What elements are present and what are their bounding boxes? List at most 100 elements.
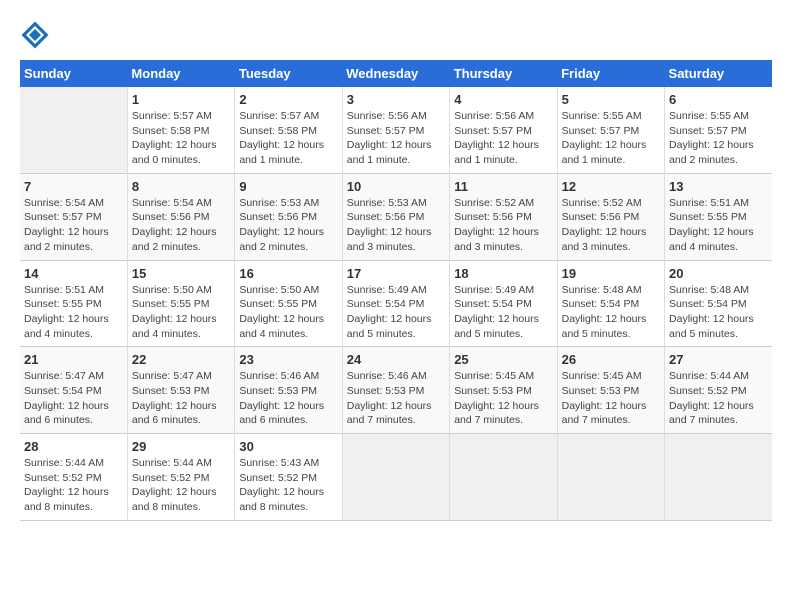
- calendar-cell: 26 Sunrise: 5:45 AMSunset: 5:53 PMDayligh…: [557, 347, 664, 434]
- day-number: 28: [24, 439, 123, 454]
- day-number: 21: [24, 352, 123, 367]
- day-number: 9: [239, 179, 337, 194]
- calendar-week-4: 21 Sunrise: 5:47 AMSunset: 5:54 PMDayligh…: [20, 347, 772, 434]
- logo-icon: [20, 20, 50, 50]
- day-info: Sunrise: 5:55 AMSunset: 5:57 PMDaylight:…: [669, 109, 768, 168]
- day-header-wednesday: Wednesday: [342, 60, 449, 87]
- day-number: 22: [132, 352, 230, 367]
- day-number: 20: [669, 266, 768, 281]
- calendar-week-3: 14 Sunrise: 5:51 AMSunset: 5:55 PMDayligh…: [20, 260, 772, 347]
- day-number: 2: [239, 92, 337, 107]
- day-number: 8: [132, 179, 230, 194]
- day-info: Sunrise: 5:46 AMSunset: 5:53 PMDaylight:…: [347, 369, 445, 428]
- day-info: Sunrise: 5:52 AMSunset: 5:56 PMDaylight:…: [454, 196, 552, 255]
- day-number: 30: [239, 439, 337, 454]
- day-info: Sunrise: 5:47 AMSunset: 5:54 PMDaylight:…: [24, 369, 123, 428]
- calendar-cell: 16 Sunrise: 5:50 AMSunset: 5:55 PMDayligh…: [235, 260, 342, 347]
- day-info: Sunrise: 5:51 AMSunset: 5:55 PMDaylight:…: [669, 196, 768, 255]
- calendar-week-5: 28 Sunrise: 5:44 AMSunset: 5:52 PMDayligh…: [20, 434, 772, 521]
- calendar-header-row: SundayMondayTuesdayWednesdayThursdayFrid…: [20, 60, 772, 87]
- calendar-cell: [342, 434, 449, 521]
- calendar-cell: 7 Sunrise: 5:54 AMSunset: 5:57 PMDaylight…: [20, 173, 127, 260]
- calendar-cell: 24 Sunrise: 5:46 AMSunset: 5:53 PMDayligh…: [342, 347, 449, 434]
- day-info: Sunrise: 5:48 AMSunset: 5:54 PMDaylight:…: [562, 283, 660, 342]
- calendar-cell: 17Sunrise: 5:49 AMSunset: 5:54 PMDayligh…: [342, 260, 449, 347]
- day-number: 6: [669, 92, 768, 107]
- day-info: Sunrise: 5:50 AMSunset: 5:55 PMDaylight:…: [132, 283, 230, 342]
- day-number: 24: [347, 352, 445, 367]
- calendar-cell: 4 Sunrise: 5:56 AMSunset: 5:57 PMDaylight…: [450, 87, 557, 173]
- day-header-saturday: Saturday: [665, 60, 772, 87]
- day-info: Sunrise: 5:57 AMSunset: 5:58 PMDaylight:…: [132, 109, 230, 168]
- day-info: Sunrise: 5:49 AMSunset: 5:54 PMDaylight:…: [454, 283, 552, 342]
- calendar-cell: 8 Sunrise: 5:54 AMSunset: 5:56 PMDaylight…: [127, 173, 234, 260]
- calendar-cell: 13 Sunrise: 5:51 AMSunset: 5:55 PMDayligh…: [665, 173, 772, 260]
- day-info: Sunrise: 5:44 AMSunset: 5:52 PMDaylight:…: [24, 456, 123, 515]
- calendar-cell: 28 Sunrise: 5:44 AMSunset: 5:52 PMDayligh…: [20, 434, 127, 521]
- day-number: 23: [239, 352, 337, 367]
- day-info: Sunrise: 5:46 AMSunset: 5:53 PMDaylight:…: [239, 369, 337, 428]
- calendar-cell: 2 Sunrise: 5:57 AMSunset: 5:58 PMDaylight…: [235, 87, 342, 173]
- day-info: Sunrise: 5:57 AMSunset: 5:58 PMDaylight:…: [239, 109, 337, 168]
- page-header: [20, 20, 772, 50]
- calendar-cell: [557, 434, 664, 521]
- calendar-cell: 25 Sunrise: 5:45 AMSunset: 5:53 PMDayligh…: [450, 347, 557, 434]
- calendar-cell: 29 Sunrise: 5:44 AMSunset: 5:52 PMDayligh…: [127, 434, 234, 521]
- day-number: 27: [669, 352, 768, 367]
- logo: [20, 20, 54, 50]
- day-info: Sunrise: 5:54 AMSunset: 5:57 PMDaylight:…: [24, 196, 123, 255]
- day-info: Sunrise: 5:44 AMSunset: 5:52 PMDaylight:…: [132, 456, 230, 515]
- day-info: Sunrise: 5:44 AMSunset: 5:52 PMDaylight:…: [669, 369, 768, 428]
- day-info: Sunrise: 5:56 AMSunset: 5:57 PMDaylight:…: [347, 109, 445, 168]
- calendar-cell: 18 Sunrise: 5:49 AMSunset: 5:54 PMDayligh…: [450, 260, 557, 347]
- day-info: Sunrise: 5:55 AMSunset: 5:57 PMDaylight:…: [562, 109, 660, 168]
- calendar-cell: 22 Sunrise: 5:47 AMSunset: 5:53 PMDayligh…: [127, 347, 234, 434]
- calendar-cell: 9 Sunrise: 5:53 AMSunset: 5:56 PMDaylight…: [235, 173, 342, 260]
- calendar-cell: 23 Sunrise: 5:46 AMSunset: 5:53 PMDayligh…: [235, 347, 342, 434]
- day-number: 7: [24, 179, 123, 194]
- calendar-cell: 10Sunrise: 5:53 AMSunset: 5:56 PMDayligh…: [342, 173, 449, 260]
- day-info: Sunrise: 5:53 AMSunset: 5:56 PMDaylight:…: [239, 196, 337, 255]
- day-number: 13: [669, 179, 768, 194]
- day-number: 26: [562, 352, 660, 367]
- day-info: Sunrise: 5:51 AMSunset: 5:55 PMDaylight:…: [24, 283, 123, 342]
- calendar-week-1: 1Sunrise: 5:57 AMSunset: 5:58 PMDaylight…: [20, 87, 772, 173]
- day-number: 4: [454, 92, 552, 107]
- day-info: Sunrise: 5:48 AMSunset: 5:54 PMDaylight:…: [669, 283, 768, 342]
- day-header-friday: Friday: [557, 60, 664, 87]
- day-info: Sunrise: 5:49 AMSunset: 5:54 PMDaylight:…: [347, 283, 445, 342]
- day-number: 29: [132, 439, 230, 454]
- calendar-cell: 20 Sunrise: 5:48 AMSunset: 5:54 PMDayligh…: [665, 260, 772, 347]
- calendar-cell: 14 Sunrise: 5:51 AMSunset: 5:55 PMDayligh…: [20, 260, 127, 347]
- day-info: Sunrise: 5:54 AMSunset: 5:56 PMDaylight:…: [132, 196, 230, 255]
- calendar-cell: [665, 434, 772, 521]
- calendar-cell: 12Sunrise: 5:52 AMSunset: 5:56 PMDayligh…: [557, 173, 664, 260]
- day-info: Sunrise: 5:45 AMSunset: 5:53 PMDaylight:…: [454, 369, 552, 428]
- calendar-cell: 19Sunrise: 5:48 AMSunset: 5:54 PMDayligh…: [557, 260, 664, 347]
- day-header-monday: Monday: [127, 60, 234, 87]
- calendar-cell: 1Sunrise: 5:57 AMSunset: 5:58 PMDaylight…: [127, 87, 234, 173]
- day-number: 12: [562, 179, 660, 194]
- calendar-cell: 27 Sunrise: 5:44 AMSunset: 5:52 PMDayligh…: [665, 347, 772, 434]
- day-header-sunday: Sunday: [20, 60, 127, 87]
- day-info: Sunrise: 5:43 AMSunset: 5:52 PMDaylight:…: [239, 456, 337, 515]
- day-number: 25: [454, 352, 552, 367]
- calendar-week-2: 7 Sunrise: 5:54 AMSunset: 5:57 PMDaylight…: [20, 173, 772, 260]
- calendar-cell: 6 Sunrise: 5:55 AMSunset: 5:57 PMDaylight…: [665, 87, 772, 173]
- day-header-tuesday: Tuesday: [235, 60, 342, 87]
- calendar-table: SundayMondayTuesdayWednesdayThursdayFrid…: [20, 60, 772, 521]
- calendar-cell: [20, 87, 127, 173]
- day-number: 15: [132, 266, 230, 281]
- day-info: Sunrise: 5:47 AMSunset: 5:53 PMDaylight:…: [132, 369, 230, 428]
- day-number: 3: [347, 92, 445, 107]
- day-info: Sunrise: 5:56 AMSunset: 5:57 PMDaylight:…: [454, 109, 552, 168]
- day-number: 10: [347, 179, 445, 194]
- day-info: Sunrise: 5:45 AMSunset: 5:53 PMDaylight:…: [562, 369, 660, 428]
- day-number: 18: [454, 266, 552, 281]
- calendar-cell: 3 Sunrise: 5:56 AMSunset: 5:57 PMDaylight…: [342, 87, 449, 173]
- day-number: 14: [24, 266, 123, 281]
- calendar-cell: 21 Sunrise: 5:47 AMSunset: 5:54 PMDayligh…: [20, 347, 127, 434]
- day-info: Sunrise: 5:50 AMSunset: 5:55 PMDaylight:…: [239, 283, 337, 342]
- day-number: 16: [239, 266, 337, 281]
- calendar-cell: 11Sunrise: 5:52 AMSunset: 5:56 PMDayligh…: [450, 173, 557, 260]
